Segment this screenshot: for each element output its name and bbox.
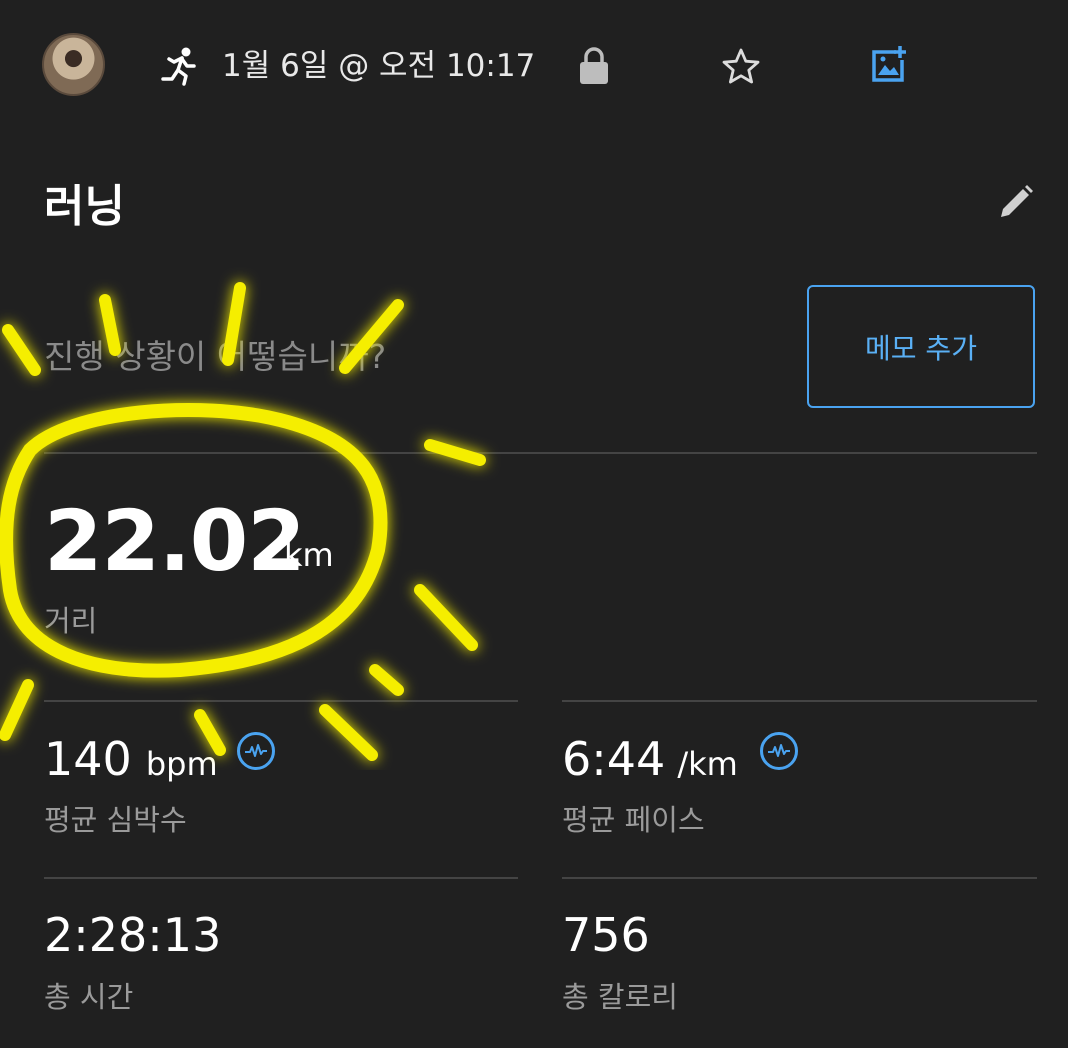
pace-label: 평균 페이스 <box>562 803 705 837</box>
heart-rate-monitor-icon[interactable] <box>237 732 275 770</box>
note-prompt[interactable]: 진행 상황이 어떻습니까? <box>44 330 386 378</box>
divider <box>562 877 1037 879</box>
divider <box>44 877 518 879</box>
pace-unit: /km <box>677 745 738 783</box>
heart-rate-unit: bpm <box>145 745 218 783</box>
distance-unit: km <box>284 536 334 574</box>
distance-label: 거리 <box>44 604 98 638</box>
divider <box>44 452 1037 454</box>
pencil-icon[interactable] <box>997 183 1035 221</box>
pace-value: 6:44 <box>562 732 666 786</box>
add-photo-icon[interactable] <box>870 44 910 84</box>
heart-rate-value: 140 <box>44 732 132 786</box>
total-calories-value: 756 <box>562 908 650 962</box>
avatar[interactable] <box>42 33 105 96</box>
activity-datetime: 1월 6일 @ 오전 10:17 <box>222 48 536 84</box>
total-time-value: 2:28:13 <box>44 908 222 962</box>
add-memo-button[interactable]: 메모 추가 <box>807 285 1035 408</box>
heart-rate-label: 평균 심박수 <box>44 803 187 837</box>
distance-value: 22.02 <box>44 492 306 590</box>
activity-title: 러닝 <box>44 181 125 232</box>
lock-icon[interactable] <box>578 47 610 85</box>
pace-monitor-icon[interactable] <box>760 732 798 770</box>
divider <box>44 700 518 702</box>
star-icon[interactable] <box>722 48 760 84</box>
divider <box>562 700 1037 702</box>
total-time-label: 총 시간 <box>44 980 134 1014</box>
total-calories-label: 총 칼로리 <box>562 980 678 1014</box>
running-icon <box>160 46 198 86</box>
